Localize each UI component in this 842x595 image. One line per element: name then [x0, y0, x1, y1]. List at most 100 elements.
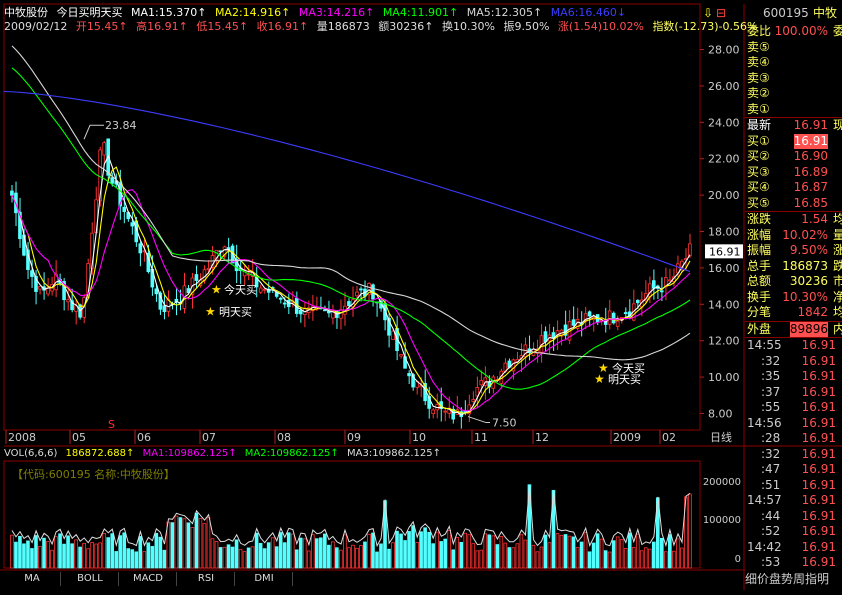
index-value: 指数(-12.73)-0.56%: [652, 20, 758, 33]
tick-price: 16.91: [801, 462, 836, 476]
volume-bar: [375, 551, 379, 569]
stat-tail: 均: [833, 212, 842, 226]
ratio-label: 委比: [747, 24, 772, 38]
ma1-value: MA1:15.370↑: [131, 6, 207, 19]
volume-bar: [274, 546, 279, 569]
stat-row: 总额 30236 市: [745, 274, 842, 290]
volume-bar: [114, 551, 119, 569]
price-axis-label: 22.00: [708, 153, 740, 166]
tick-price: 16.91: [801, 369, 836, 383]
volume-bar: [186, 522, 191, 569]
stat-label: 涨跌: [747, 212, 772, 226]
volume-bar: [371, 532, 375, 569]
side-code: 600195: [763, 6, 809, 20]
volume-bar: [214, 540, 219, 569]
stat-tail: 跌: [833, 258, 842, 273]
volume-bar: [355, 547, 359, 569]
latest-value: 16.91: [793, 118, 828, 132]
outer-value: 89896: [789, 321, 828, 337]
volume-bar: [555, 533, 560, 569]
candle-body: [130, 222, 135, 227]
volume-bar: [391, 542, 395, 569]
bid-price: 16.90: [793, 149, 828, 163]
price-axis-label: 20.00: [708, 189, 740, 202]
tab-dmi[interactable]: DMI: [236, 572, 293, 586]
candle-body: [407, 373, 411, 377]
candle-body: [298, 310, 303, 315]
tab-rsi[interactable]: RSI: [178, 572, 235, 586]
tick-time: :37: [761, 384, 781, 399]
ask-row: 卖⑤: [745, 40, 842, 56]
time-axis-label: 12: [535, 431, 549, 444]
stat-row: 涨幅 10.02% 量: [745, 228, 842, 244]
volume-bar: [18, 535, 22, 569]
tick-time: 14:55: [747, 338, 782, 352]
candle-body: [660, 290, 664, 293]
candle-body: [122, 206, 127, 212]
stat-row: 振幅 9.50% 涨: [745, 243, 842, 259]
volume-bar: [106, 537, 110, 569]
volume-bar: [262, 548, 267, 569]
tick-row: :35 16.91: [745, 369, 842, 385]
tick-price: 16.91: [801, 524, 836, 538]
volume-bar: [86, 548, 90, 569]
bid-label: 买④: [747, 180, 770, 194]
volume-bar: [459, 542, 464, 569]
vol-ma3: MA3:109862.125↑: [347, 448, 442, 459]
volume-bar: [138, 536, 143, 569]
candle-body: [38, 285, 42, 290]
high-label: 23.84: [105, 119, 137, 132]
volume-bar: [676, 538, 680, 569]
volume-bar: [387, 548, 391, 569]
candle-body: [668, 279, 672, 282]
candle-body: [443, 410, 447, 413]
stat-value: 1842: [797, 305, 828, 319]
volume-bar: [198, 518, 203, 569]
tab-ma[interactable]: MA: [4, 572, 61, 586]
tab-macd[interactable]: MACD: [120, 572, 177, 586]
buy-tomorrow-label: 明天买: [608, 373, 641, 386]
high-value: 高16.91↑: [136, 20, 188, 33]
stat-label: 换手: [747, 289, 772, 304]
tab-boll[interactable]: BOLL: [62, 572, 119, 586]
kline-chart[interactable]: 28.00 26.00 24.00 22.00 20.00 18.00 16.00 14.00…: [0, 0, 842, 595]
volume-bar: [503, 542, 508, 569]
volume-bar: [475, 550, 480, 569]
volume-bar: [627, 532, 632, 569]
volume-bar: [491, 535, 496, 569]
stat-tail: 均: [833, 305, 842, 319]
volume-bar: [499, 536, 504, 569]
bid-label: 买①: [747, 133, 770, 148]
volume-bar: [202, 523, 207, 569]
ask-label: 卖③: [747, 70, 770, 85]
volume-bar: [70, 543, 74, 569]
volume-bar: [78, 546, 82, 569]
bid-price: 16.89: [793, 164, 828, 179]
price-axis-label: 12.00: [708, 335, 740, 348]
volume-bar: [38, 545, 42, 569]
bid-row: 买⑤ 16.85: [745, 196, 842, 212]
volume-bar: [615, 536, 620, 569]
volume-bar: [14, 541, 18, 569]
volume-bar: [495, 544, 500, 569]
volume-bar: [539, 546, 544, 569]
volume-bar: [411, 525, 415, 569]
volume-bar: [170, 522, 175, 569]
candle-body: [347, 301, 351, 306]
volume-bar: [515, 543, 520, 569]
volume-bar: [54, 536, 58, 569]
stat-row: 总手 186873 跌: [745, 259, 842, 275]
tick-time: :53: [761, 555, 781, 569]
volume-bar: [427, 531, 431, 569]
volume-bar: [194, 512, 199, 569]
stat-tail: 净: [833, 289, 842, 304]
volume-bar: [680, 547, 684, 569]
volume-bar: [523, 539, 528, 569]
tick-price: 16.91: [801, 555, 836, 569]
candle-body: [607, 310, 612, 325]
tick-row: :51 16.91: [745, 478, 842, 494]
vol-axis-label: 200000: [703, 477, 741, 488]
volume-bar: [154, 532, 159, 569]
close-value: 收16.91↑: [256, 20, 309, 33]
side-bottom-tabs[interactable]: 细价盘势周指明: [745, 570, 842, 587]
